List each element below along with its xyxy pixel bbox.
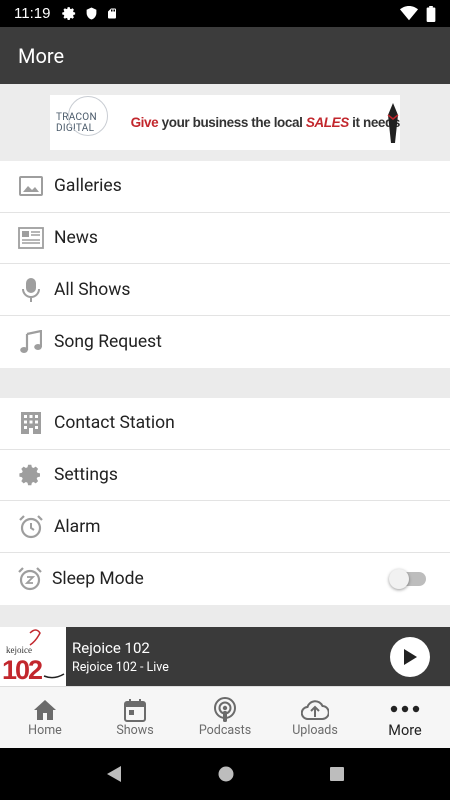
- image-icon: [19, 176, 43, 197]
- page-title: More: [18, 43, 65, 68]
- ad-banner[interactable]: TRACON DIGITAL Give your business the lo…: [50, 95, 400, 150]
- microphone-icon: [22, 277, 40, 302]
- svg-text:kejoice: kejoice: [6, 645, 32, 655]
- recents-icon[interactable]: [329, 766, 345, 782]
- home-circle-icon[interactable]: [218, 766, 234, 782]
- tab-label: More: [388, 722, 422, 739]
- gear-status-icon: [62, 7, 76, 20]
- now-playing-title: Rejoice 102: [72, 638, 150, 657]
- menu-item-contact-station[interactable]: Contact Station: [0, 398, 450, 450]
- more-dots-icon: [390, 705, 420, 713]
- menu-group-secondary: Contact Station Settings Alarm Sleep Mod…: [0, 398, 450, 605]
- svg-text:102: 102: [2, 655, 42, 685]
- alarm-clock-icon: [19, 514, 43, 538]
- tab-uploads[interactable]: Uploads: [270, 687, 360, 748]
- cloud-upload-icon: [301, 700, 329, 721]
- wifi-status-icon: [400, 6, 418, 21]
- sd-card-status-icon: [108, 8, 117, 19]
- station-logo: kejoice 102: [0, 627, 66, 686]
- tab-label: Podcasts: [198, 723, 252, 738]
- status-bar: 11:19: [0, 0, 450, 27]
- banner-brand: TRACON DIGITAL: [50, 95, 131, 136]
- menu-item-galleries[interactable]: Galleries: [0, 161, 450, 213]
- play-icon: [404, 649, 417, 665]
- tab-label: Uploads: [292, 723, 338, 738]
- menu-label: Alarm: [54, 516, 101, 537]
- menu-label: News: [54, 228, 98, 249]
- menu-item-alarm[interactable]: Alarm: [0, 501, 450, 554]
- menu-item-news[interactable]: News: [0, 213, 450, 265]
- menu-group-primary: Galleries News All Shows Song Request: [0, 161, 450, 368]
- home-icon: [34, 700, 56, 720]
- gear-icon: [19, 464, 40, 486]
- newspaper-icon: [18, 227, 44, 249]
- tab-home[interactable]: Home: [0, 687, 90, 748]
- menu-label: Contact Station: [54, 413, 175, 434]
- tab-shows[interactable]: Shows: [90, 687, 180, 748]
- banner-area: TRACON DIGITAL Give your business the lo…: [0, 84, 450, 161]
- podcast-icon: [214, 697, 236, 722]
- menu-label: Settings: [54, 465, 118, 486]
- menu-item-song-request[interactable]: Song Request: [0, 316, 450, 368]
- app-bar: More: [0, 27, 450, 84]
- tab-podcasts[interactable]: Podcasts: [180, 687, 270, 748]
- back-icon[interactable]: [105, 765, 123, 783]
- tab-more[interactable]: More: [360, 687, 450, 748]
- play-button[interactable]: [390, 637, 430, 677]
- menu-label: Galleries: [54, 176, 122, 197]
- now-playing-bar[interactable]: kejoice 102 Rejoice 102 Rejoice 102 - Li…: [0, 627, 450, 686]
- music-note-icon: [20, 329, 42, 353]
- now-playing-info: Rejoice 102 Rejoice 102 - Live: [72, 639, 169, 675]
- toggle-knob: [389, 569, 409, 590]
- pen-graphic-icon: [387, 103, 399, 143]
- menu-item-all-shows[interactable]: All Shows: [0, 264, 450, 317]
- menu-label: Song Request: [54, 331, 162, 352]
- menu-label: Sleep Mode: [52, 568, 144, 589]
- sleep-clock-icon: [18, 567, 42, 591]
- sleep-mode-toggle[interactable]: [389, 569, 426, 590]
- building-icon: [21, 412, 41, 435]
- tab-label: Home: [28, 723, 62, 738]
- shield-status-icon: [87, 7, 97, 20]
- battery-status-icon: [426, 5, 436, 22]
- station-logo-graphic: kejoice 102: [2, 629, 65, 685]
- banner-tagline: Give your business the local SALES it ne…: [130, 115, 400, 130]
- system-navigation-bar: [0, 748, 450, 800]
- tab-label: Shows: [116, 723, 154, 738]
- menu-item-settings[interactable]: Settings: [0, 450, 450, 502]
- calendar-icon: [124, 699, 146, 722]
- menu-item-sleep-mode[interactable]: Sleep Mode: [0, 553, 450, 605]
- bottom-navigation: Home Shows Podcasts Uploads More: [0, 686, 450, 748]
- status-time: 11:19: [14, 5, 51, 22]
- menu-label: All Shows: [54, 279, 131, 300]
- now-playing-subtitle: Rejoice 102 - Live: [72, 659, 169, 675]
